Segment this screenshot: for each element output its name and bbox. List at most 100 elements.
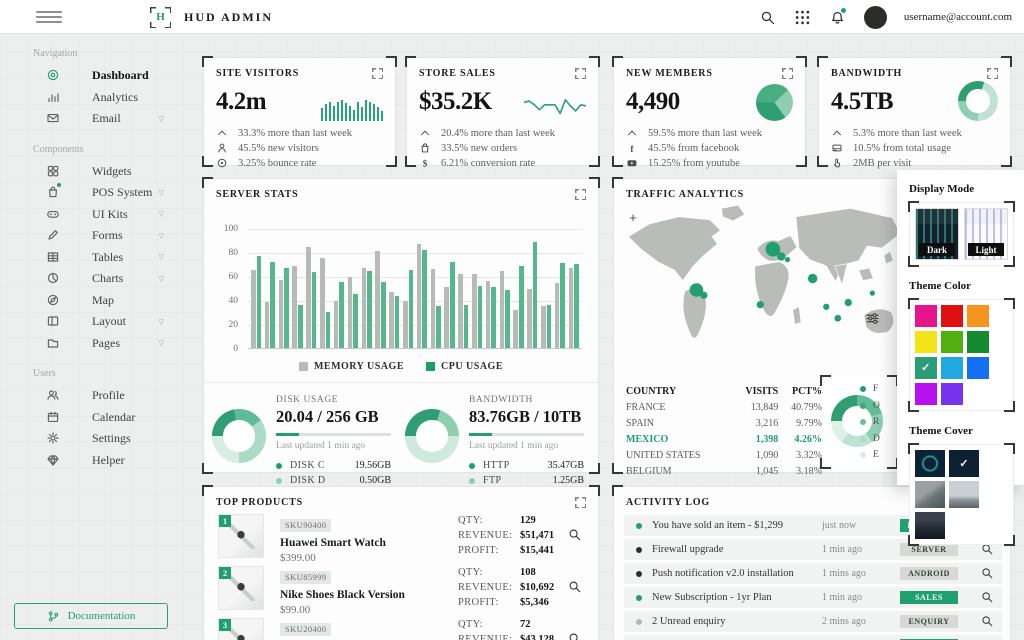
theme-color-swatch[interactable] [967,331,989,353]
sidebar-item-layout[interactable]: Layout▽ [0,311,182,333]
sidebar-item-forms[interactable]: Forms▽ [0,225,182,247]
sidebar-item-label: Pages [92,336,120,351]
card-title: NEW MEMBERS [626,68,713,79]
notification-dot [57,183,61,187]
theme-color-swatch[interactable] [915,383,937,405]
card-title: BANDWIDTH [831,68,902,79]
legend-item: E [860,447,880,464]
email-icon [46,111,60,125]
product-magnifier-icon[interactable] [567,528,582,543]
app-logo[interactable]: H [150,7,171,28]
bandwidth-donut-chart [958,81,998,121]
bar-pair [472,274,482,348]
stat-info-text: 45.5% from facebook [648,143,739,154]
status-dot [636,619,642,625]
activity-row[interactable] [624,635,1002,640]
activity-text: New Subscription - 1yr Plan [652,592,822,603]
visitors-mini-bar-chart [321,95,383,121]
display-mode-light-option[interactable]: Light [964,208,1008,260]
sidebar-item-settings[interactable]: Settings [0,428,182,450]
sidebar-item-profile[interactable]: Profile [0,385,182,407]
disk-usage-block: DISK USAGE 20.04 / 256 GB Last updated 1… [212,395,391,472]
bar-pair [265,262,275,348]
sidebar-item-charts[interactable]: Charts▽ [0,268,182,290]
theme-color-swatch-selected[interactable]: ✓ [915,357,937,379]
sidebar-item-ui-kits[interactable]: UI Kits▽ [0,204,182,226]
magnifier-icon [981,615,993,627]
bar-pair [513,266,523,348]
expand-icon[interactable] [372,68,383,79]
theme-color-swatch[interactable] [915,331,937,353]
product-magnifier-icon[interactable] [567,632,582,640]
activity-time: 2 mins ago [822,616,900,627]
expand-icon[interactable] [575,497,586,508]
revenue-value: $43,128 [520,634,554,640]
stat-info-text: 2MB per visit [853,158,911,169]
theme-cover-option-rock[interactable] [915,481,945,508]
activity-row[interactable]: New Subscription - 1yr Plan1 min agoSALE… [624,587,1002,608]
map-filter-sliders-icon[interactable] [864,311,880,327]
activity-row[interactable]: 2 Unread enquiry2 mins agoENQUIRY [624,611,1002,632]
sidebar-item-pos-system[interactable]: POS System▽ [0,182,182,204]
theme-cover-option-station[interactable] [949,481,979,508]
usage-updated: Last updated 1 min ago [276,441,391,451]
theme-color-swatch[interactable] [967,357,989,379]
y-axis-tick: 80 [229,248,239,258]
theme-color-swatch[interactable] [941,331,963,353]
product-image: 2 [218,566,264,610]
theme-color-swatch[interactable] [941,305,963,327]
expand-icon[interactable] [782,68,793,79]
sidebar-item-helper[interactable]: Helper [0,450,182,472]
revenue-label: REVENUE: [458,634,520,640]
stat-info-text: 15.25% from youtube [648,158,740,169]
activity-text: You have sold an item - $1,299 [652,520,822,531]
menu-toggle-button[interactable] [36,11,62,23]
sidebar-item-widgets[interactable]: Widgets [0,161,182,183]
theme-cover-option-check-selected[interactable]: ✓ [949,450,979,477]
card-title: TRAFFIC ANALYTICS [626,189,744,200]
apps-grid-icon[interactable] [794,8,812,26]
theme-cover-title: Theme Cover [909,425,1014,437]
qty-label: QTY: [458,619,520,634]
search-icon[interactable] [759,8,777,26]
expand-icon[interactable] [575,189,586,200]
activity-magnifier-icon[interactable] [980,591,994,605]
theme-cover-option-city[interactable] [915,512,945,539]
activity-magnifier-icon[interactable] [980,615,994,629]
chevron-down-icon: ▽ [159,115,164,123]
sidebar-item-analytics[interactable]: Analytics [0,87,182,109]
sidebar-item-email[interactable]: Email▽ [0,108,182,130]
product-price: $99.00 [280,604,405,616]
theme-color-swatch[interactable] [941,383,963,405]
display-mode-dark-option[interactable]: Dark [915,208,959,260]
y-axis: 100806040200 [216,229,242,349]
sidebar-item-pages[interactable]: Pages ▽ [0,333,182,355]
stat-value: 4.2m [216,88,266,116]
activity-magnifier-icon[interactable] [980,567,994,581]
product-magnifier-icon[interactable] [567,580,582,595]
theme-color-swatch[interactable] [941,357,963,379]
expand-icon[interactable] [575,68,586,79]
activity-row[interactable]: Push notification v2.0 installation1 min… [624,563,1002,584]
map-icon [46,293,60,307]
activity-magnifier-icon[interactable] [980,543,994,557]
sidebar-item-label: UI Kits [92,207,128,222]
sidebar-item-calendar[interactable]: Calendar [0,407,182,429]
theme-color-swatch[interactable] [915,305,937,327]
sidebar-item-tables[interactable]: Tables▽ [0,247,182,269]
expand-icon[interactable] [987,68,998,79]
notifications-bell-icon[interactable] [829,8,847,26]
username: username@account.com [904,11,1012,23]
sidebar-item-dashboard[interactable]: Dashboard [0,65,182,87]
avatar[interactable] [864,6,887,29]
product-row: 2SKU85999Nike Shoes Black Version$99.00Q… [214,566,588,614]
theme-cover-option-ring[interactable] [915,450,945,477]
theme-color-swatch[interactable] [967,305,989,327]
theme-settings-panel: Display Mode Dark Light Theme Color ✓ Th… [897,170,1024,485]
y-axis-tick: 60 [229,272,239,282]
display-mode-title: Display Mode [909,183,1014,195]
sidebar-item-map[interactable]: Map [0,290,182,312]
chevron-down-icon: ▽ [159,339,164,347]
theme-color-box: ✓ [909,299,1014,411]
notification-dot [841,8,846,13]
